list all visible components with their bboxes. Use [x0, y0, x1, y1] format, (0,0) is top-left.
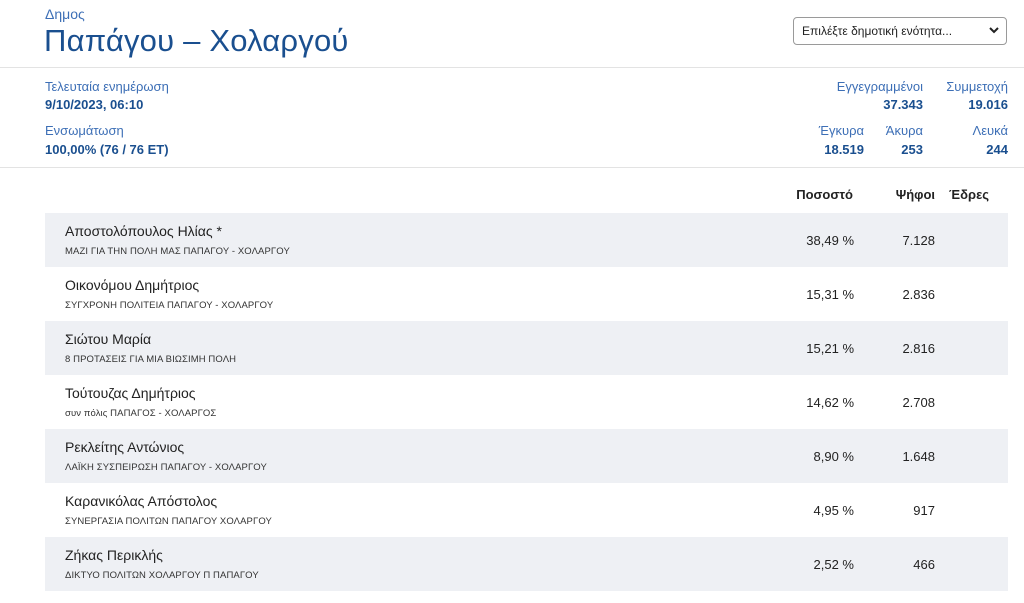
- party-name: ΔΙΚΤΥΟ ΠΟΛΙΤΩΝ ΧΟΛΑΡΓΟΥ Π ΠΑΠΑΓΟΥ: [65, 570, 259, 581]
- vote-count: 2.816: [902, 341, 935, 356]
- table-row: Ζήκας Περικλής ΔΙΚΤΥΟ ΠΟΛΙΤΩΝ ΧΟΛΑΡΓΟΥ Π…: [45, 537, 1008, 591]
- invalid-value: 253: [901, 142, 923, 157]
- select-value: Επιλέξτε δημοτική ενότητα...: [802, 24, 953, 38]
- party-name: ΣΥΓΧΡΟΝΗ ΠΟΛΙΤΕΙΑ ΠΑΠΑΓΟΥ - ΧΟΛΑΡΓΟΥ: [65, 300, 274, 311]
- vote-count: 466: [913, 557, 935, 572]
- vote-percent: 8,90 %: [813, 449, 854, 464]
- page-title: Παπάγου – Χολαργού: [44, 23, 349, 58]
- vote-count: 7.128: [902, 233, 935, 248]
- table-row: Ρεκλείτης Αντώνιος ΛΑΪΚΗ ΣΥΣΠΕΙΡΩΣΗ ΠΑΠΑ…: [45, 429, 1008, 483]
- table-row: Οικονόμου Δημήτριος ΣΥΓΧΡΟΝΗ ΠΟΛΙΤΕΙΑ ΠΑ…: [45, 267, 1008, 321]
- invalid-label: Άκυρα: [885, 123, 923, 138]
- candidate-name: Τούτουζας Δημήτριος: [65, 385, 196, 401]
- vote-percent: 15,21 %: [806, 341, 854, 356]
- table-row: Αποστολόπουλος Ηλίας * ΜΑΖΙ ΓΙΑ ΤΗΝ ΠΟΛΗ…: [45, 213, 1008, 267]
- vote-percent: 4,95 %: [813, 503, 854, 518]
- blank-label: Λευκά: [972, 123, 1008, 138]
- candidate-name: Καρανικόλας Απόστολος: [65, 493, 218, 509]
- municipal-unit-select[interactable]: Επιλέξτε δημοτική ενότητα...: [793, 17, 1007, 45]
- turnout-value: 19.016: [968, 97, 1008, 112]
- vote-percent: 15,31 %: [806, 287, 854, 302]
- municipality-label: Δημος: [45, 6, 85, 22]
- stats-panel: Τελευταία ενημέρωση 9/10/2023, 06:10 Ενσ…: [0, 68, 1024, 168]
- valid-label: Έγκυρα: [818, 123, 864, 138]
- vote-percent: 38,49 %: [806, 233, 854, 248]
- vote-count: 917: [913, 503, 935, 518]
- registered-value: 37.343: [883, 97, 923, 112]
- integration-label: Ενσωμάτωση: [45, 123, 124, 138]
- column-header-votes: Ψήφοι: [895, 187, 935, 202]
- column-header-percent: Ποσοστό: [796, 187, 853, 202]
- table-row: Τούτουζας Δημήτριος συν πόλις ΠΑΠΑΓΟΣ - …: [45, 375, 1008, 429]
- party-name: ΜΑΖΙ ΓΙΑ ΤΗΝ ΠΟΛΗ ΜΑΣ ΠΑΠΑΓΟΥ - ΧΟΛΑΡΓΟΥ: [65, 246, 290, 257]
- candidate-name: Αποστολόπουλος Ηλίας *: [65, 223, 222, 239]
- vote-count: 2.708: [902, 395, 935, 410]
- candidate-name: Σιώτου Μαρία: [65, 331, 152, 347]
- vote-percent: 14,62 %: [806, 395, 854, 410]
- integration-value: 100,00% (76 / 76 ΕΤ): [45, 142, 169, 157]
- column-header-seats: Έδρες: [949, 187, 989, 202]
- vote-count: 1.648: [902, 449, 935, 464]
- valid-value: 18.519: [824, 142, 864, 157]
- vote-percent: 2,52 %: [813, 557, 854, 572]
- candidate-name: Ζήκας Περικλής: [65, 547, 163, 563]
- vote-count: 2.836: [902, 287, 935, 302]
- candidate-name: Ρεκλείτης Αντώνιος: [65, 439, 185, 455]
- last-update-label: Τελευταία ενημέρωση: [45, 79, 169, 94]
- chevron-down-icon: [989, 27, 999, 34]
- page-header: Δημος Παπάγου – Χολαργού Επιλέξτε δημοτι…: [0, 0, 1024, 68]
- party-name: ΛΑΪΚΗ ΣΥΣΠΕΙΡΩΣΗ ΠΑΠΑΓΟΥ - ΧΟΛΑΡΓΟΥ: [65, 462, 267, 473]
- turnout-label: Συμμετοχή: [946, 79, 1008, 94]
- blank-value: 244: [986, 142, 1008, 157]
- candidate-name: Οικονόμου Δημήτριος: [65, 277, 200, 293]
- party-name: συν πόλις ΠΑΠΑΓΟΣ - ΧΟΛΑΡΓΟΣ: [65, 408, 217, 419]
- registered-label: Εγγεγραμμένοι: [836, 79, 923, 94]
- table-row: Καρανικόλας Απόστολος ΣΥΝΕΡΓΑΣΙΑ ΠΟΛΙΤΩΝ…: [45, 483, 1008, 537]
- party-name: ΣΥΝΕΡΓΑΣΙΑ ΠΟΛΙΤΩΝ ΠΑΠΑΓΟΥ ΧΟΛΑΡΓΟΥ: [65, 516, 272, 527]
- party-name: 8 ΠΡΟΤΑΣΕΙΣ ΓΙΑ ΜΙΑ ΒΙΩΣΙΜΗ ΠΟΛΗ: [65, 354, 237, 365]
- table-row: Σιώτου Μαρία 8 ΠΡΟΤΑΣΕΙΣ ΓΙΑ ΜΙΑ ΒΙΩΣΙΜΗ…: [45, 321, 1008, 375]
- last-update-value: 9/10/2023, 06:10: [45, 97, 144, 112]
